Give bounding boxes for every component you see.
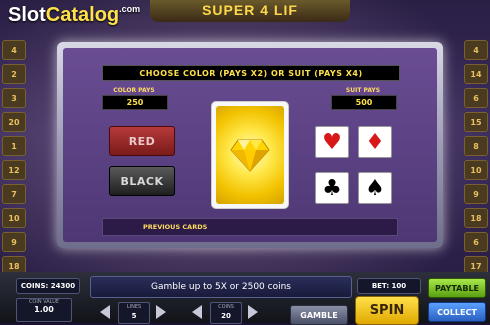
payline-number: 9 <box>2 232 26 252</box>
slotcatalog-watermark: SlotCatalog.com <box>8 4 140 27</box>
black-button[interactable]: BLACK <box>109 166 175 196</box>
coins-increase-icon[interactable] <box>248 305 258 319</box>
coins-decrease-icon[interactable] <box>192 305 202 319</box>
gamble-button[interactable]: GAMBLE <box>290 305 348 325</box>
payline-number: 4 <box>2 40 26 60</box>
lines-label: LINES <box>126 304 142 310</box>
coins-label: COINS <box>218 304 234 310</box>
gamble-title: CHOOSE COLOR (PAYS X2) OR SUIT (PAYS X4) <box>102 65 400 81</box>
payline-number: 15 <box>464 112 488 132</box>
coins-value: 20 <box>221 312 231 320</box>
spin-button[interactable]: SPIN <box>355 296 419 325</box>
payline-number: 6 <box>464 232 488 252</box>
payline-number: 7 <box>2 184 26 204</box>
payline-number: 6 <box>464 88 488 108</box>
right-payline-numbers: 4 14 6 15 8 10 9 18 6 17 <box>464 40 488 276</box>
diamond-gem-icon <box>230 139 270 172</box>
coins-balance: COINS: 24300 <box>16 278 80 294</box>
payline-number: 20 <box>2 112 26 132</box>
lines-value: 5 <box>131 312 137 320</box>
game-logo-banner: SUPER 4 LIF <box>150 0 350 22</box>
payline-number: 18 <box>464 208 488 228</box>
watermark-com: .com <box>119 4 141 14</box>
payline-number: 8 <box>464 136 488 156</box>
bet-display: BET: 100 <box>357 278 421 294</box>
diamonds-suit-button[interactable]: ♦ <box>358 126 392 158</box>
payline-number: 9 <box>464 184 488 204</box>
spades-suit-button[interactable]: ♠ <box>358 172 392 204</box>
payline-number: 10 <box>2 208 26 228</box>
red-button[interactable]: RED <box>109 126 175 156</box>
left-payline-numbers: 4 2 3 20 1 12 7 10 9 18 <box>2 40 26 276</box>
watermark-catalog: Catalog <box>45 4 120 26</box>
gamble-card <box>211 101 289 209</box>
watermark-slot: Slot <box>8 4 46 26</box>
gamble-dialog: CHOOSE COLOR (PAYS X2) OR SUIT (PAYS X4)… <box>57 42 443 248</box>
hearts-suit-button[interactable]: ♥ <box>315 126 349 158</box>
color-pays-value: 250 <box>102 95 168 110</box>
payline-number: 2 <box>2 64 26 84</box>
coin-value: 1.00 <box>34 305 54 314</box>
suit-pays-value: 500 <box>331 95 397 110</box>
previous-cards-label: PREVIOUS CARDS <box>143 223 208 231</box>
paytable-button[interactable]: PAYTABLE <box>428 278 486 298</box>
collect-button[interactable]: COLLECT <box>428 302 486 322</box>
previous-cards-panel: PREVIOUS CARDS <box>102 218 398 236</box>
clubs-suit-button[interactable]: ♣ <box>315 172 349 204</box>
lines-increase-icon[interactable] <box>156 305 166 319</box>
card-back <box>216 106 284 204</box>
coin-value-box[interactable]: COIN VALUE 1.00 <box>16 298 72 322</box>
payline-number: 14 <box>464 64 488 84</box>
payline-number: 12 <box>2 160 26 180</box>
payline-number: 10 <box>464 160 488 180</box>
suit-pays-label: SUIT PAYS <box>345 87 381 94</box>
payline-number: 4 <box>464 40 488 60</box>
color-pays-label: COLOR PAYS <box>113 87 155 94</box>
gamble-dialog-panel: CHOOSE COLOR (PAYS X2) OR SUIT (PAYS X4)… <box>63 48 437 242</box>
lines-decrease-icon[interactable] <box>100 305 110 319</box>
payline-number: 3 <box>2 88 26 108</box>
coins-stepper: COINS 20 <box>210 302 242 324</box>
game-logo-text: SUPER 4 LIF <box>202 2 298 18</box>
payline-number: 1 <box>2 136 26 156</box>
lines-stepper: LINES 5 <box>118 302 150 324</box>
message-bar: Gamble up to 5X or 2500 coins <box>90 276 352 298</box>
